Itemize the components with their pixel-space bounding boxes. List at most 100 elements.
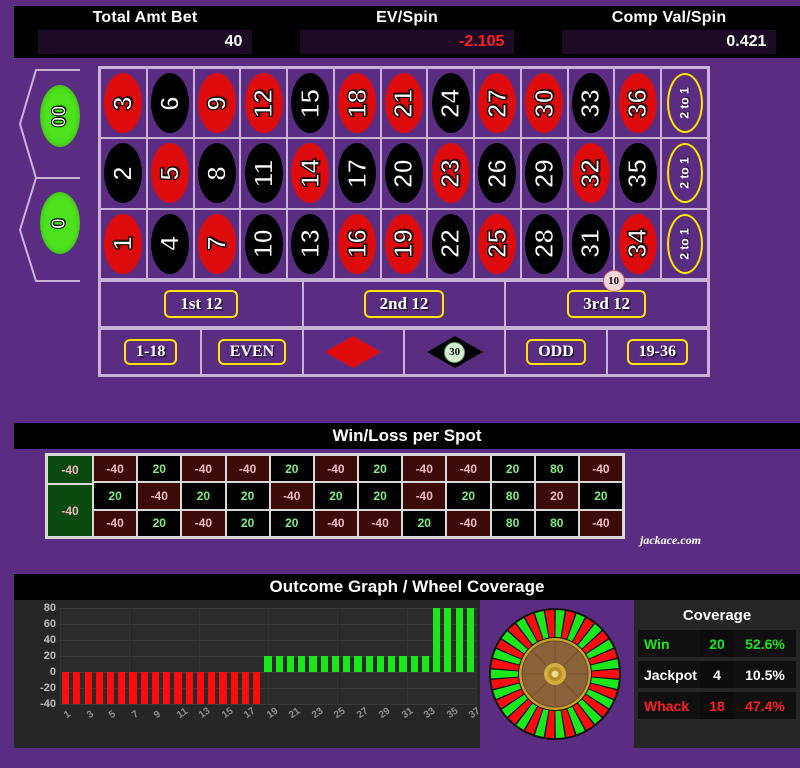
winloss-cell: -40 <box>181 455 226 483</box>
bet-spot-19-36-label: 19-36 <box>626 339 688 365</box>
outcome-chart: 80 60 40 20 0 -20 -40 1 3 5 7 9 11 13 15 17 19 21 23 25 27 2… <box>14 600 482 748</box>
coverage-count-whack: 18 <box>700 692 734 719</box>
bet-spot-number[interactable]: 7 <box>193 208 241 279</box>
chart-x-tick: 21 <box>287 705 303 722</box>
bet-spot-19-36[interactable]: 19-36 <box>606 329 708 375</box>
bet-spot-number[interactable]: 5 <box>146 138 194 209</box>
bet-spot-number[interactable]: 35 <box>614 138 661 209</box>
summary-cell-ev-per-spin: EV/Spin -2.105 <box>276 6 538 58</box>
number-grid: 3 6 9 12 15 18 21 24 27 30 33 36 2 to 1 … <box>98 66 710 281</box>
bet-spot-number[interactable]: 12 <box>240 68 287 139</box>
bet-spot-number[interactable]: 18 <box>333 68 381 139</box>
winloss-cell: -40 <box>358 509 403 537</box>
bet-spot-number[interactable]: 33 <box>567 68 615 139</box>
coverage-pct-win: 52.6% <box>734 630 796 657</box>
bet-spot-number[interactable]: 30 <box>520 68 568 139</box>
bet-spot-0[interactable]: 0 <box>40 192 80 254</box>
winloss-cell-0: -40 <box>47 484 93 537</box>
chart-bar <box>331 656 340 672</box>
bet-spot-number[interactable]: 14 <box>287 138 334 209</box>
winloss-cell: 80 <box>490 509 535 537</box>
bet-spot-number[interactable]: 25 <box>474 208 521 279</box>
bet-spot-number[interactable]: 8 <box>193 138 241 209</box>
summary-label-comp-val-per-spin: Comp Val/Spin <box>611 9 727 26</box>
chart-bar <box>129 672 137 704</box>
bet-spot-column-bottom[interactable]: 2 to 1 <box>661 208 708 279</box>
winloss-cell: -40 <box>446 455 491 483</box>
chart-bar <box>421 656 429 672</box>
bet-spot-number[interactable]: 6 <box>146 68 194 139</box>
number-label: 6 <box>154 95 185 111</box>
bet-spot-number[interactable]: 24 <box>427 68 474 139</box>
bet-spot-number[interactable]: 15 <box>287 68 334 139</box>
bet-spot-number[interactable]: 36 <box>614 68 661 139</box>
bet-spot-number[interactable]: 16 <box>333 208 381 279</box>
bet-spot-3rd-12[interactable]: 3rd 12 10 <box>505 270 708 327</box>
bet-spot-number[interactable]: 31 <box>567 208 615 279</box>
bet-spot-red[interactable] <box>302 329 404 375</box>
bet-spot-2nd-12[interactable]: 2nd 12 <box>302 281 506 327</box>
bet-spot-number[interactable]: 3 <box>100 68 147 139</box>
bet-spot-number[interactable]: 9 <box>193 68 241 139</box>
winloss-cell: -40 <box>269 482 314 510</box>
bet-spot-column-top[interactable]: 2 to 1 <box>661 68 708 139</box>
chart-x-tick: 11 <box>174 705 190 722</box>
bet-spot-even-label: EVEN <box>217 339 287 365</box>
coverage-label-jackpot: Jackpot <box>638 661 700 688</box>
bet-spot-number[interactable]: 21 <box>380 68 428 139</box>
bet-spot-odd[interactable]: ODD <box>505 329 607 375</box>
bet-spot-number[interactable]: 23 <box>427 138 474 209</box>
winloss-cell: 20 <box>490 455 535 483</box>
bet-spot-1st-12[interactable]: 1st 12 <box>100 281 303 327</box>
summary-label-ev-per-spin: EV/Spin <box>376 9 438 26</box>
chart-gridline <box>60 704 476 705</box>
bet-spot-number[interactable]: 32 <box>567 138 615 209</box>
chart-x-tick: 29 <box>377 705 393 722</box>
chip-marker-black[interactable]: 30 <box>444 341 466 363</box>
bet-spot-column-middle[interactable]: 2 to 1 <box>661 138 708 209</box>
chart-x-tick: 7 <box>129 708 141 722</box>
number-label: 7 <box>201 236 232 252</box>
summary-bar: Total Amt Bet 40 EV/Spin -2.105 Comp Val… <box>14 6 800 58</box>
winloss-cell-00: -40 <box>47 455 93 485</box>
bet-spot-even[interactable]: EVEN <box>201 329 303 375</box>
bet-spot-number[interactable]: 2 <box>100 138 147 209</box>
chart-x-tick: 19 <box>264 705 281 722</box>
winloss-cell: 80 <box>534 455 579 483</box>
chart-bar <box>208 672 216 704</box>
chart-bar <box>174 672 182 704</box>
coverage-pct-whack: 47.4% <box>734 692 796 719</box>
chip-marker-3rd-12[interactable]: 10 <box>602 270 625 292</box>
bet-spot-number[interactable]: 27 <box>474 68 521 139</box>
chart-bar <box>275 656 283 672</box>
chart-plot-area: 80 60 40 20 0 -20 -40 <box>40 602 477 710</box>
summary-value-total-amt-bet: 40 <box>224 33 243 50</box>
bet-spot-number[interactable]: 4 <box>146 208 194 279</box>
summary-value-comp-val-per-spin: 0.421 <box>726 33 767 50</box>
bet-spot-number[interactable]: 22 <box>427 208 474 279</box>
bet-spot-number[interactable]: 13 <box>287 208 334 279</box>
bet-spot-00[interactable]: 00 <box>40 85 80 147</box>
number-label: 9 <box>201 95 232 111</box>
bet-spot-number[interactable]: 34 <box>614 208 661 279</box>
bet-spot-number[interactable]: 17 <box>333 138 381 209</box>
number-label: 16 <box>341 229 372 259</box>
summary-cell-total-amt-bet: Total Amt Bet 40 <box>14 6 276 58</box>
bet-spot-number[interactable]: 1 <box>100 208 147 279</box>
bet-spot-number[interactable]: 11 <box>240 138 287 209</box>
bet-spot-number[interactable]: 20 <box>380 138 428 209</box>
number-label: 35 <box>622 158 653 188</box>
number-label: 24 <box>435 88 466 118</box>
bet-spot-number[interactable]: 19 <box>380 208 428 279</box>
number-label: 32 <box>575 158 606 188</box>
bet-spot-number[interactable]: 29 <box>520 138 568 209</box>
summary-valuebox-comp-val-per-spin: 0.421 <box>561 30 777 54</box>
winloss-cell: -40 <box>137 482 182 510</box>
bet-spot-black[interactable]: 30 <box>404 329 506 375</box>
bet-spot-number[interactable]: 10 <box>240 208 287 279</box>
bet-spot-number[interactable]: 26 <box>474 138 521 209</box>
coverage-count-win: 20 <box>700 630 734 657</box>
bet-spot-number[interactable]: 28 <box>520 208 568 279</box>
summary-label-total-amt-bet: Total Amt Bet <box>92 9 198 26</box>
bet-spot-1-18[interactable]: 1-18 <box>100 329 202 375</box>
